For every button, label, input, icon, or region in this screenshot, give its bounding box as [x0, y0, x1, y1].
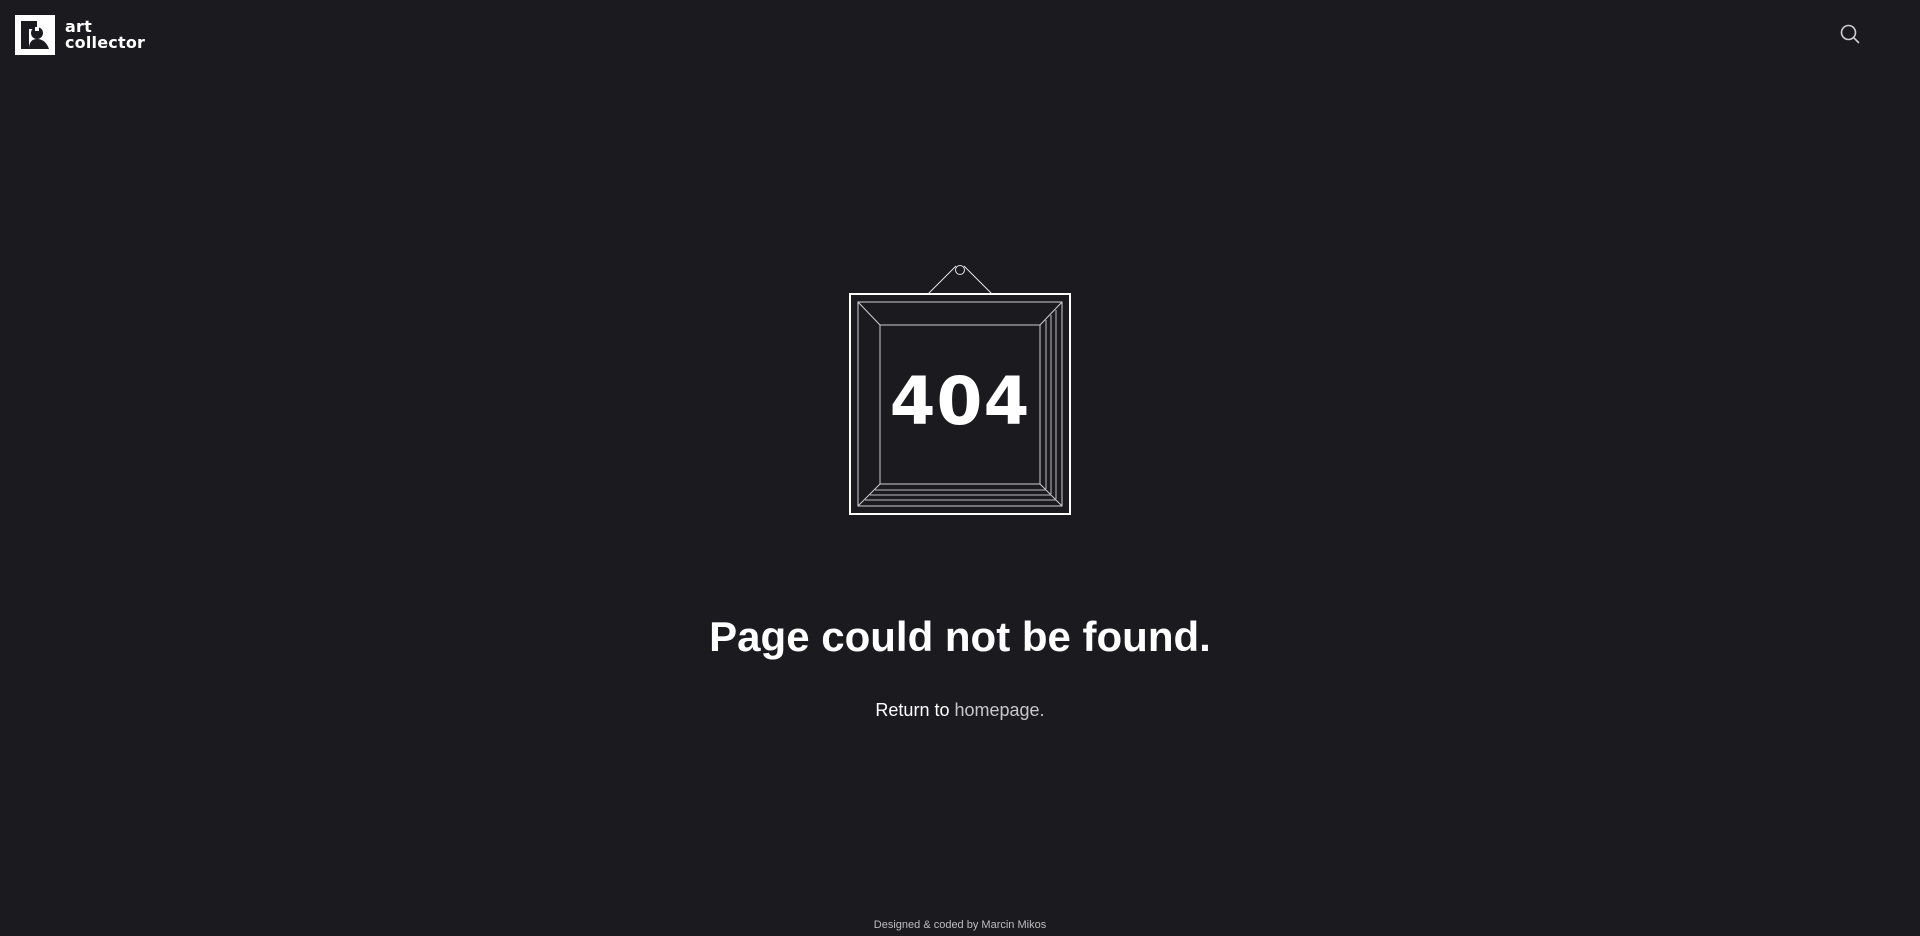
- error-code: 404: [889, 363, 1031, 440]
- page-title: Page could not be found.: [709, 613, 1211, 660]
- footer-author-link[interactable]: Marcin Mikos: [981, 919, 1046, 931]
- not-found-page: art collector 404 Page could not be foun…: [0, 0, 1920, 936]
- site-footer: Designed & coded by Marcin Mikos: [0, 918, 1920, 932]
- art-collector-logo-icon: [15, 15, 55, 55]
- error-illustration: 404: [846, 260, 1074, 520]
- return-message: Return to homepage.: [0, 699, 1920, 721]
- search-icon: [1840, 24, 1860, 44]
- brand-wordmark: art collector: [65, 19, 145, 51]
- brand-home-link[interactable]: art collector: [15, 15, 145, 55]
- brand-line-2: collector: [65, 33, 146, 52]
- footer-credit-prefix: Designed & coded by: [873, 919, 979, 931]
- site-header: art collector: [0, 0, 1920, 70]
- search-button[interactable]: [1838, 22, 1862, 46]
- homepage-link[interactable]: homepage.: [954, 700, 1044, 720]
- return-prefix: Return to: [875, 700, 950, 720]
